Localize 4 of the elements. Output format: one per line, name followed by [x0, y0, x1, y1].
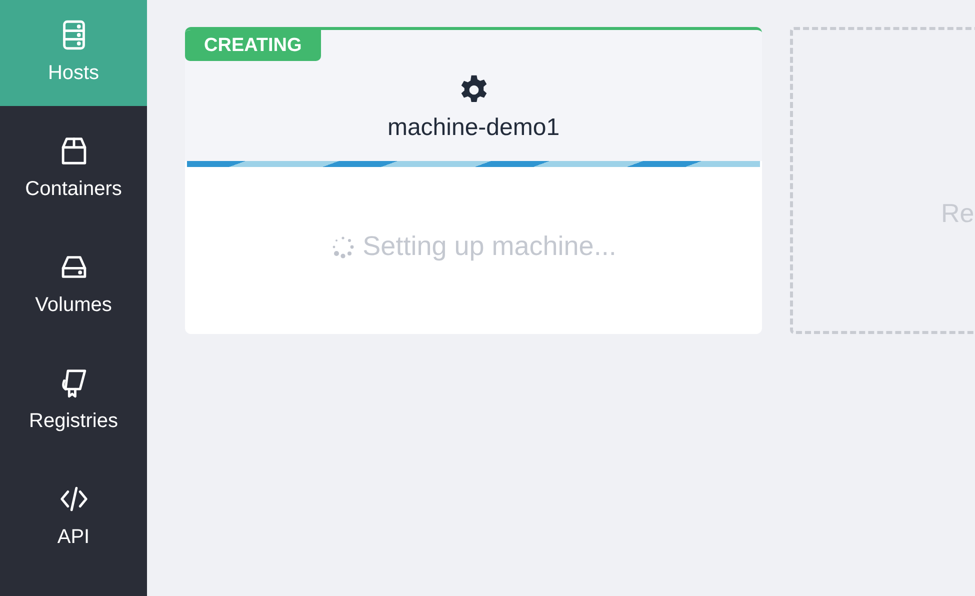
spinner-icon [330, 234, 355, 258]
status-message: Setting up machine... [362, 230, 616, 264]
status-badge: CREATING [185, 30, 321, 61]
host-name: machine-demo1 [387, 113, 560, 143]
